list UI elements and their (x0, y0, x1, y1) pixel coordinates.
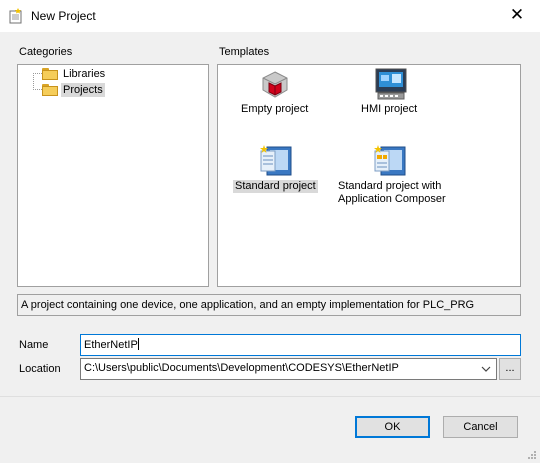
templates-label: Templates (219, 46, 270, 58)
category-item-libraries[interactable]: Libraries (42, 66, 107, 82)
category-item-projects[interactable]: Projects (42, 82, 105, 98)
standard-project-icon (260, 145, 292, 176)
name-input[interactable]: EtherNetIP (80, 334, 521, 356)
application-composer-icon (374, 145, 406, 176)
categories-tree[interactable]: Libraries Projects (17, 64, 209, 287)
template-description: A project containing one device, one app… (17, 294, 521, 316)
folder-icon (42, 68, 58, 80)
empty-project-icon (262, 71, 288, 98)
new-project-icon (9, 8, 22, 24)
template-hmi-project[interactable]: HMI project (344, 65, 459, 121)
category-label: Projects (61, 83, 105, 97)
resize-grip-icon[interactable] (527, 450, 537, 460)
cancel-button[interactable]: Cancel (443, 416, 518, 438)
window-title: New Project (31, 9, 96, 23)
name-value: EtherNetIP (84, 339, 138, 351)
template-label: HMI project (361, 103, 418, 115)
template-label: Standard project (233, 180, 318, 193)
location-combobox[interactable]: C:\Users\public\Documents\Development\CO… (80, 358, 497, 380)
tree-connector (33, 89, 42, 90)
templates-list[interactable]: Empty project HMI project Standard proje… (217, 64, 521, 287)
category-label: Libraries (63, 68, 106, 80)
template-label-line2: Application Composer (338, 193, 446, 205)
location-label: Location (19, 363, 61, 375)
ok-button[interactable]: OK (355, 416, 430, 438)
template-standard-project[interactable]: Standard project (218, 139, 333, 195)
folder-icon (42, 84, 58, 96)
template-label: Empty project (241, 103, 309, 115)
chevron-down-icon[interactable] (480, 363, 492, 375)
template-standard-project-with-application-composer[interactable]: Standard project with Application Compos… (333, 139, 453, 205)
close-icon: ✕ (509, 5, 525, 24)
browse-button[interactable]: ... (499, 358, 521, 380)
tree-connector (33, 73, 42, 74)
tree-connector (33, 73, 34, 90)
name-label: Name (19, 339, 49, 351)
text-caret (137, 338, 139, 350)
template-empty-project[interactable]: Empty project (218, 65, 333, 121)
title-bar: New Project ✕ (0, 0, 540, 32)
close-button[interactable]: ✕ (494, 0, 540, 32)
categories-label: Categories (19, 46, 73, 58)
location-value: C:\Users\public\Documents\Development\CO… (84, 362, 399, 374)
template-label-line1: Standard project with (338, 180, 442, 192)
hmi-project-icon (375, 68, 407, 100)
